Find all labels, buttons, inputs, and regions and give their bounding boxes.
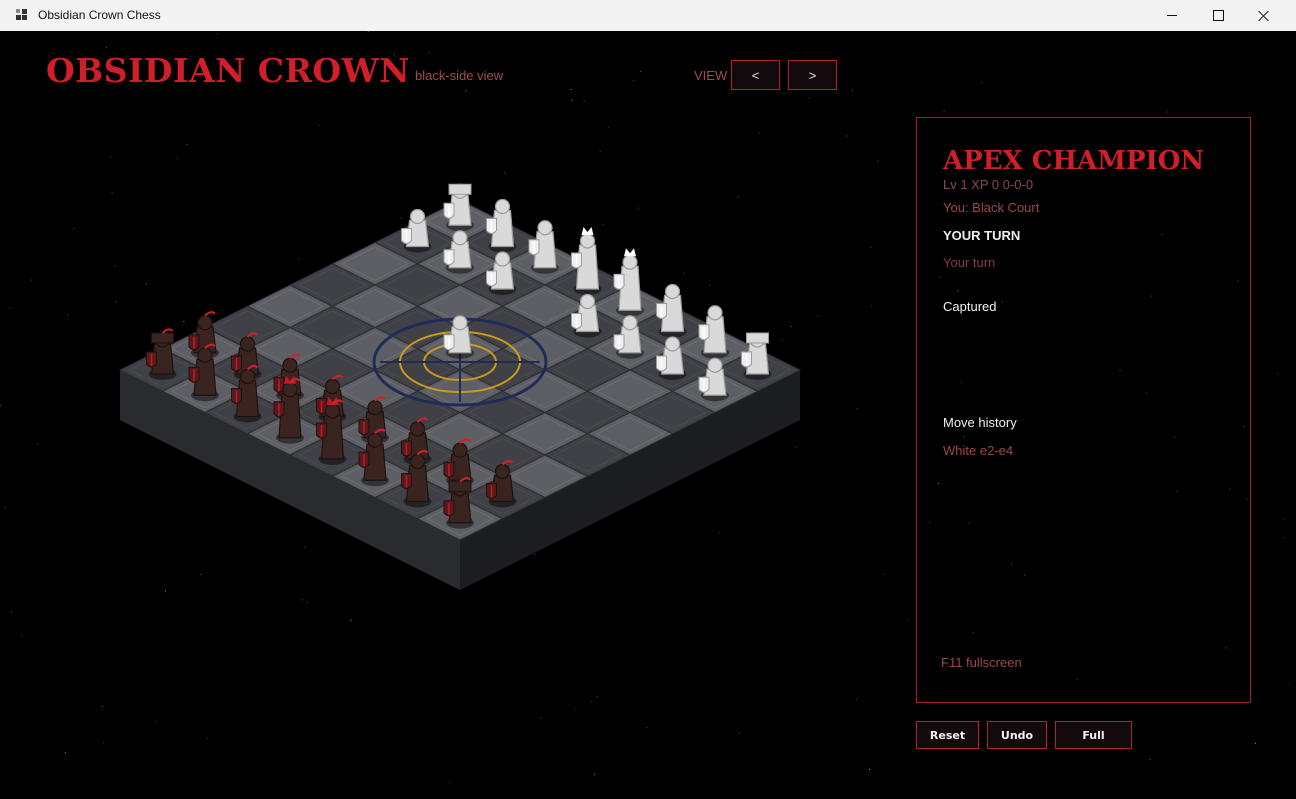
star (594, 773, 596, 775)
turn-heading: YOUR TURN (943, 228, 1021, 243)
white-rook-piece[interactable] (741, 332, 772, 380)
star (1166, 111, 1168, 113)
window-titlebar: Obsidian Crown Chess (0, 0, 1296, 32)
window-title: Obsidian Crown Chess (38, 8, 161, 22)
info-panel: APEX CHAMPION Lv 1 XP 0 0-0-0 You: Black… (916, 117, 1251, 703)
chess-board[interactable] (0, 31, 900, 591)
white-bishop-piece[interactable] (528, 220, 559, 274)
star (449, 781, 451, 783)
close-icon (1258, 10, 1270, 22)
game-client-area: OBSIDIAN CROWN black-side view VIEW < > … (0, 31, 1296, 799)
star (103, 742, 105, 744)
crimson-rook-piece[interactable] (146, 328, 177, 380)
star (855, 698, 857, 700)
fullscreen-button[interactable]: Full (1055, 721, 1132, 749)
star (869, 768, 870, 770)
star (738, 732, 740, 734)
star (10, 611, 12, 613)
star (1289, 682, 1291, 684)
fullscreen-hint: F11 fullscreen (941, 655, 1022, 670)
star (540, 717, 542, 719)
maximize-icon (1212, 10, 1224, 21)
minimize-icon (1167, 15, 1177, 16)
app-icon (16, 9, 28, 21)
minimize-button[interactable] (1149, 0, 1195, 31)
star (908, 619, 910, 621)
star (943, 110, 945, 112)
star (64, 752, 66, 754)
crimson-rook-piece[interactable] (443, 477, 474, 529)
reset-button[interactable]: Reset (916, 721, 979, 749)
close-button[interactable] (1241, 0, 1287, 31)
star (591, 700, 593, 702)
star (301, 599, 303, 601)
white-knight-piece[interactable] (698, 305, 729, 359)
star (21, 634, 23, 636)
star (981, 82, 983, 84)
white-bishop-piece[interactable] (656, 283, 687, 338)
star (101, 706, 103, 707)
maximize-button[interactable] (1195, 0, 1241, 31)
star (1255, 742, 1256, 744)
move-history-item: White e2-e4 (943, 443, 1014, 458)
star (155, 721, 157, 723)
turn-status: Your turn (943, 255, 996, 270)
star (1277, 373, 1279, 375)
star (306, 601, 308, 603)
captured-heading: Captured (943, 299, 997, 314)
star (1283, 518, 1284, 520)
star (1283, 537, 1285, 538)
move-history-heading: Move history (943, 415, 1017, 430)
star (206, 737, 208, 739)
undo-button[interactable]: Undo (987, 721, 1047, 749)
white-knight-piece[interactable] (486, 198, 517, 253)
star (1149, 759, 1151, 760)
white-rook-piece[interactable] (443, 183, 474, 232)
star (596, 695, 598, 697)
star (575, 708, 577, 710)
move-history-list: White e2-e4 (943, 443, 1013, 458)
champion-title: APEX CHAMPION (943, 146, 1205, 176)
player-side: You: Black Court (943, 200, 1040, 215)
star (350, 619, 352, 621)
player-stats: Lv 1 XP 0 0-0-0 (943, 177, 1034, 192)
star (646, 727, 648, 729)
